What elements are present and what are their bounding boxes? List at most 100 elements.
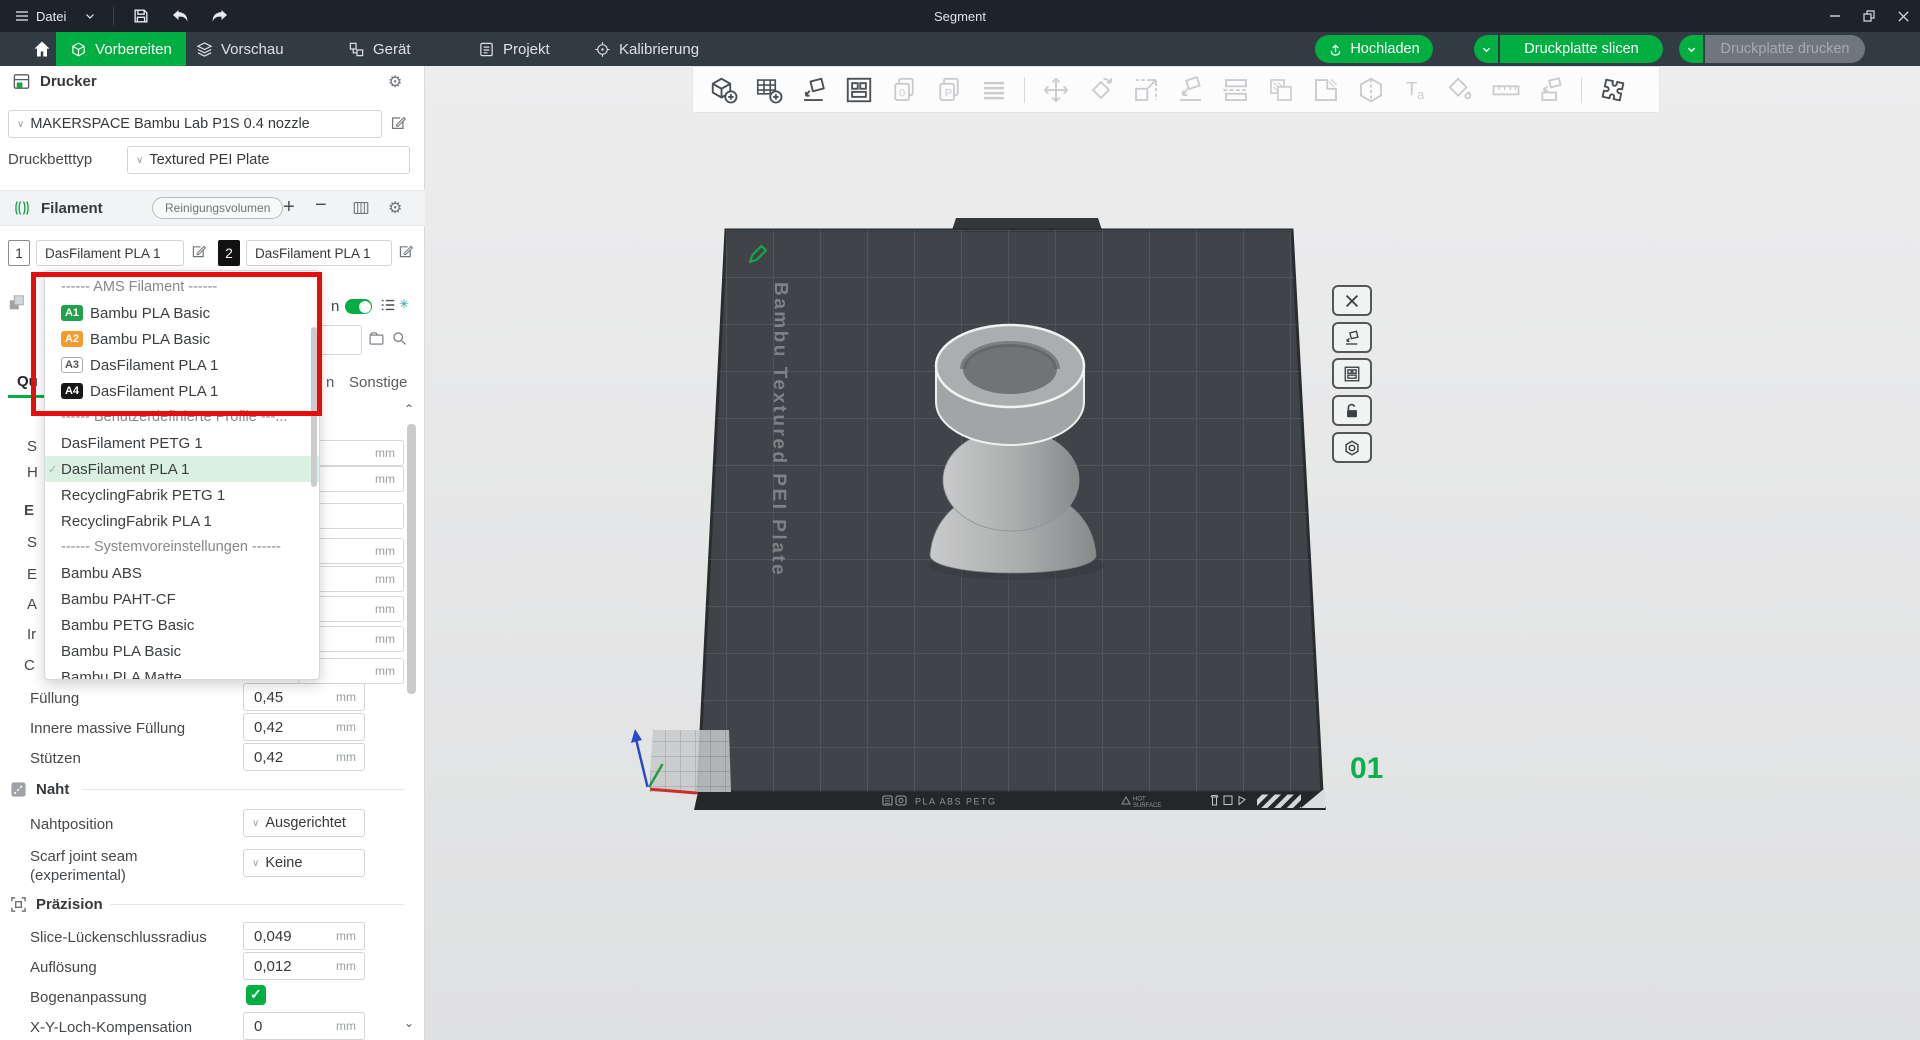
printer-select[interactable]: ∨ MAKERSPACE Bambu Lab P1S 0.4 nozzle	[8, 110, 382, 138]
print-dropdown-button[interactable]	[1679, 35, 1703, 63]
arc-fitting-checkbox[interactable]	[246, 985, 266, 1005]
flush-volumes-button[interactable]: Reinigungsvolumen	[152, 197, 283, 219]
filament-slot-1-select[interactable]: DasFilament PLA 1	[36, 240, 184, 266]
unit-label: mm	[336, 690, 364, 704]
infill-value: 0,45	[244, 689, 336, 706]
option-label: Bambu PETG Basic	[61, 617, 194, 634]
unit-label: mm	[336, 750, 364, 764]
plate-settings-icon	[1343, 439, 1361, 457]
filament-2-edit-button[interactable]	[397, 243, 414, 265]
printer-settings-gear-icon[interactable]: ⚙	[388, 72, 402, 92]
option-label: RecyclingFabrik PETG 1	[61, 487, 225, 504]
slice-label: Druckplatte slicen	[1524, 41, 1638, 57]
dropdown-option-ams[interactable]: A2Bambu PLA Basic	[45, 326, 319, 352]
dropdown-option[interactable]: RecyclingFabrik PETG 1	[45, 482, 319, 508]
plate-settings-button[interactable]	[1332, 432, 1372, 463]
tab-label: Projekt	[503, 41, 550, 58]
filament-slot-2-select[interactable]: DasFilament PLA 1	[246, 240, 392, 266]
precision-section-header: Präzision	[10, 896, 103, 913]
unit-label: mm	[336, 720, 364, 734]
tab-fragment[interactable]: n	[326, 374, 334, 391]
dropdown-option[interactable]: Bambu ABS	[45, 560, 319, 586]
delete-plate-button[interactable]	[1332, 285, 1372, 316]
advanced-toggle[interactable]	[345, 299, 372, 314]
plate-brand-text: Bambu Textured PEI Plate	[767, 282, 791, 577]
bed-type-select[interactable]: ∨ Textured PEI Plate	[127, 146, 410, 174]
resolution-input[interactable]: 0,012 mm	[243, 952, 365, 980]
slice-dropdown-button[interactable]	[1474, 35, 1498, 63]
option-label: Bambu PLA Basic	[90, 305, 210, 322]
filament-settings-gear-icon[interactable]: ⚙	[388, 198, 402, 218]
menu-expand-button[interactable]	[84, 0, 96, 32]
setting-label-fragment: Ir	[27, 626, 36, 643]
seam-position-select[interactable]: ∨ Ausgerichtet	[243, 809, 365, 837]
gap-closing-input[interactable]: 0,049 mm	[243, 922, 365, 950]
dropdown-option[interactable]: RecyclingFabrik PLA 1	[45, 508, 319, 534]
print-label: Druckplatte drucken	[1721, 41, 1850, 57]
arrange-plate-button[interactable]	[1332, 358, 1372, 389]
dropdown-option[interactable]: Bambu PETG Basic	[45, 612, 319, 638]
setting-label-fragment: A	[27, 596, 37, 613]
save-profile-folder-icon[interactable]	[368, 330, 385, 352]
internal-solid-input[interactable]: 0,42 mm	[243, 713, 365, 741]
tab-sonstige[interactable]: Sonstige	[349, 374, 407, 391]
plate-corner-calibration-patch	[649, 730, 731, 792]
search-icon[interactable]	[391, 330, 408, 352]
unit-label: mm	[375, 572, 403, 586]
scroll-up-arrow[interactable]: ⌃	[404, 402, 414, 416]
dropdown-option[interactable]: Bambu PLA Basic	[45, 638, 319, 664]
dropdown-option-ams[interactable]: A1Bambu PLA Basic	[45, 300, 319, 326]
viewport-3d[interactable]: 0 P Ta	[425, 66, 1920, 1040]
divider	[110, 904, 404, 905]
slice-plate-button[interactable]: Druckplatte slicen	[1500, 35, 1663, 63]
support-input[interactable]: 0,42 mm	[243, 743, 365, 771]
window-title: Segment	[934, 0, 986, 32]
process-extra-icon[interactable]: ✳	[399, 297, 409, 311]
tab-vorbereiten[interactable]: Vorbereiten	[56, 32, 186, 66]
upload-icon	[1328, 42, 1343, 57]
dropdown-option-ams[interactable]: A4DasFilament PLA 1	[45, 378, 319, 404]
setting-label-fragment: H	[27, 464, 38, 481]
process-list-icon[interactable]	[380, 297, 396, 318]
unit-label: mm	[336, 929, 364, 943]
scroll-down-arrow[interactable]: ⌄	[404, 1016, 414, 1030]
redo-button[interactable]	[210, 0, 230, 32]
option-label: DasFilament PLA 1	[61, 461, 189, 478]
chevron-down-icon	[1686, 44, 1697, 55]
minimize-button[interactable]	[1818, 0, 1852, 32]
dropdown-option[interactable]: Bambu PLA Matte	[45, 664, 319, 680]
build-plate-scene[interactable]: Bambu Textured PEI Plate PLA ABS PETG HO…	[425, 66, 1920, 1040]
sidebar-scrollbar-thumb[interactable]	[407, 424, 416, 694]
auto-orient-plate-button[interactable]	[1332, 322, 1372, 353]
tab-qualitaet-fragment[interactable]: Qu	[17, 373, 38, 390]
close-button[interactable]	[1886, 0, 1920, 32]
remove-filament-button[interactable]: −	[315, 194, 327, 217]
t­ab-projekt[interactable]: Projekt	[478, 32, 564, 66]
tab-vorschau[interactable]: Vorschau	[196, 32, 308, 66]
file-menu[interactable]: Datei	[14, 0, 66, 32]
tab-kalibrierung[interactable]: Kalibrierung	[594, 32, 716, 66]
filament-slot-1-number: 1	[8, 240, 30, 266]
xy-hole-input[interactable]: 0 mm	[243, 1012, 365, 1040]
plate-handle	[952, 218, 1102, 230]
ams-panel-icon[interactable]	[352, 199, 370, 222]
dropdown-option-selected[interactable]: DasFilament PLA 1	[45, 456, 319, 482]
unit-label: mm	[375, 602, 403, 616]
undo-button[interactable]	[170, 0, 190, 32]
tab-geraet[interactable]: Gerät	[348, 32, 424, 66]
scarf-seam-select[interactable]: ∨ Keine	[243, 849, 365, 877]
lock-plate-button[interactable]	[1332, 395, 1372, 426]
print-plate-button[interactable]: Druckplatte drucken	[1705, 35, 1865, 63]
printer-edit-button[interactable]	[389, 114, 407, 137]
dropdown-option[interactable]: DasFilament PETG 1	[45, 430, 319, 456]
dropdown-option[interactable]: Bambu PAHT-CF	[45, 586, 319, 612]
upload-button[interactable]: Hochladen	[1315, 35, 1433, 63]
maximize-button[interactable]	[1852, 0, 1886, 32]
filament-1-edit-button[interactable]	[190, 243, 207, 265]
save-button[interactable]	[132, 0, 150, 32]
infill-input[interactable]: 0,45 mm	[243, 683, 365, 711]
upload-label: Hochladen	[1350, 41, 1419, 57]
dropdown-option-ams[interactable]: A3DasFilament PLA 1	[45, 352, 319, 378]
add-filament-button[interactable]: +	[283, 196, 295, 219]
dropdown-scrollbar-thumb[interactable]	[311, 327, 317, 487]
